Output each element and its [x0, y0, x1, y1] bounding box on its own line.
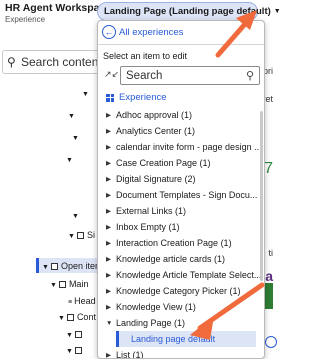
experience-selector-dropdown: ← All experiences Select an item to edit…	[97, 20, 265, 359]
tree-node-cont[interactable]: ▼ Cont	[58, 312, 96, 322]
tree-node-head-label: Head	[74, 296, 96, 306]
chevron-down-icon: ▼	[106, 319, 113, 327]
search-icon: ⚲	[7, 55, 16, 69]
app-title: HR Agent Workspace	[5, 2, 112, 14]
list-item[interactable]: ▶ Document Templates - Sign Docu...	[98, 187, 264, 203]
tree-node-open-item[interactable]: ▼ Open item	[42, 261, 102, 271]
all-experiences-link[interactable]: ← All experiences	[102, 25, 183, 39]
tree-node-toggle[interactable]: ▼	[72, 132, 81, 142]
tree-node-toggle[interactable]: ▼	[82, 88, 91, 98]
divider	[98, 44, 264, 45]
experience-section-header[interactable]: Experience	[106, 92, 167, 103]
scrollbar[interactable]	[260, 111, 263, 281]
chevron-right-icon: ▶	[106, 272, 111, 279]
experience-section-label: Experience	[119, 92, 167, 103]
chevron-right-icon: ▶	[106, 112, 111, 119]
list-item-label: Knowledge article cards (1)	[116, 254, 226, 264]
tree-node-main[interactable]: ▼ Main	[50, 279, 88, 289]
all-experiences-label: All experiences	[119, 26, 184, 38]
experience-selector-label: Landing Page (Landing page default)	[104, 6, 271, 17]
list-item[interactable]: ▶ Knowledge Article Template Select...	[98, 267, 264, 283]
collapse-all-icon[interactable]: ↗↙	[104, 69, 119, 80]
list-item[interactable]: ▶ Digital Signature (2)	[98, 171, 264, 187]
canvas-circle-icon	[265, 336, 277, 348]
list-item-label: List (1)	[116, 350, 144, 359]
list-item-label: Interaction Creation Page (1)	[116, 238, 232, 248]
canvas-snippet-bottom: ti	[268, 248, 274, 258]
tree-node-si-label: Si	[86, 230, 95, 240]
tree-node-toggle[interactable]: ▼	[66, 154, 75, 164]
list-item[interactable]: ▶ Inbox Empty (1)	[98, 219, 264, 235]
chevron-right-icon: ▶	[106, 128, 111, 135]
list-item-label: Knowledge View (1)	[116, 302, 196, 312]
caret-down-icon: ▼	[273, 8, 281, 15]
chevron-right-icon: ▶	[106, 144, 111, 151]
list-item[interactable]: ▶ External Links (1)	[98, 203, 264, 219]
tree-node-main-label: Main	[68, 279, 89, 289]
list-item-label: Adhoc approval (1)	[116, 110, 193, 120]
list-item-label: Digital Signature (2)	[116, 174, 196, 184]
list-item-label: External Links (1)	[116, 206, 187, 216]
list-item-label: Document Templates - Sign Docu...	[116, 190, 258, 200]
list-item-label: calendar invite form - page design ...	[116, 142, 262, 152]
select-item-hint: Select an item to edit	[103, 51, 188, 61]
content-search-placeholder: Search content	[21, 55, 102, 69]
chevron-right-icon: ▶	[106, 192, 111, 199]
chevron-right-icon: ▶	[106, 240, 111, 247]
chevron-right-icon: ▶	[106, 352, 111, 359]
canvas-green-block	[264, 283, 273, 309]
tree-node-head[interactable]: ≡ Head	[68, 296, 96, 306]
list-item-label: Inbox Empty (1)	[116, 222, 180, 232]
tree-node-si[interactable]: ▼ Si	[68, 230, 95, 240]
list-item-expanded[interactable]: ▼ Landing Page (1)	[98, 315, 264, 331]
experience-selector-trigger[interactable]: Landing Page (Landing page default) ▼	[97, 2, 281, 21]
header-icon: ≡	[68, 299, 73, 306]
chevron-right-icon: ▶	[106, 304, 111, 311]
list-item[interactable]: ▶ Knowledge article cards (1)	[98, 251, 264, 267]
list-item-label: Landing Page (1)	[116, 318, 186, 328]
chevron-right-icon: ▶	[106, 224, 111, 231]
tree-node-toggle[interactable]: ▼	[66, 329, 85, 339]
list-item-label: Analytics Center (1)	[116, 126, 196, 136]
list-item-label: Case Creation Page (1)	[116, 158, 211, 168]
chevron-right-icon: ▶	[106, 256, 111, 263]
chevron-right-icon: ▶	[106, 160, 111, 167]
list-item[interactable]: ▶ List (1)	[98, 347, 264, 359]
list-item[interactable]: ▶ Interaction Creation Page (1)	[98, 235, 264, 251]
list-item[interactable]: ▶ Case Creation Page (1)	[98, 155, 264, 171]
tree-node-toggle[interactable]: ▼	[72, 210, 81, 220]
chevron-right-icon: ▶	[106, 176, 111, 183]
tree-node-cont-label: Cont	[76, 312, 96, 322]
list-item-label: Knowledge Article Template Select...	[116, 270, 262, 280]
list-item-label: Knowledge Category Picker (1)	[116, 286, 241, 296]
list-item[interactable]: ▶ Knowledge View (1)	[98, 299, 264, 315]
canvas-letter-glyph: a	[265, 268, 273, 284]
experience-item-list: ▶ Adhoc approval (1) ▶ Analytics Center (1…	[98, 107, 264, 359]
chevron-right-icon: ▶	[106, 208, 111, 215]
list-item[interactable]: ▶ calendar invite form - page design ...	[98, 139, 264, 155]
chevron-right-icon: ▶	[106, 288, 111, 295]
back-arrow-icon: ←	[102, 25, 116, 39]
search-icon: ⚲	[245, 70, 254, 82]
tree-node-toggle[interactable]: ▼	[68, 110, 77, 120]
canvas-number: 7	[264, 160, 273, 177]
item-search-field[interactable]: ⚲	[120, 66, 260, 85]
list-item[interactable]: ▶ Adhoc approval (1)	[98, 107, 264, 123]
list-item-selected-child[interactable]: Landing page default	[116, 331, 256, 347]
grid-icon	[106, 93, 114, 102]
content-search-field[interactable]: ⚲ Search content	[2, 50, 112, 74]
tree-node-toggle[interactable]: ▼	[66, 345, 85, 355]
list-item[interactable]: ▶ Analytics Center (1)	[98, 123, 264, 139]
list-item[interactable]: ▶ Knowledge Category Picker (1)	[98, 283, 264, 299]
item-search-input[interactable]	[126, 68, 236, 84]
app-subtitle: Experience	[5, 15, 46, 24]
